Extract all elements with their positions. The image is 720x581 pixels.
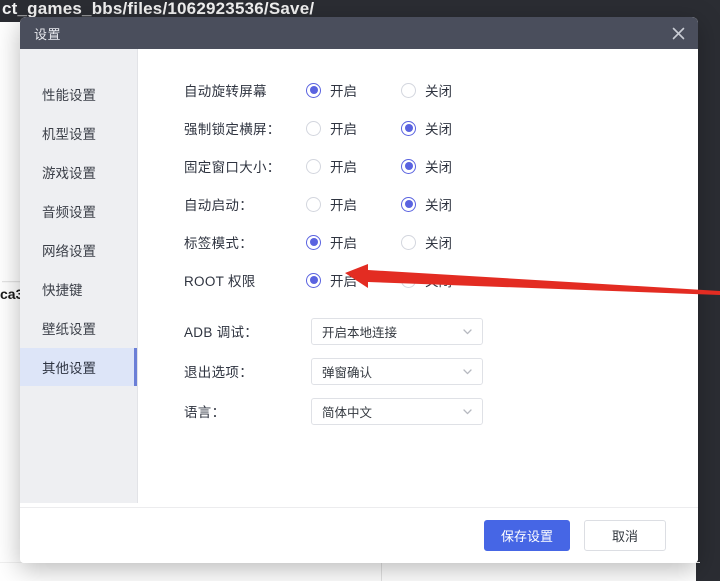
setting-row-autostart: 自动启动： 开启 关闭 [184,185,698,223]
radio-dot-selected-icon [306,272,321,288]
radio-dot-selected-icon [401,120,416,136]
radio-label: 关闭 [425,160,452,175]
radio-dot-selected-icon [306,82,321,98]
radio-fixed-window-size-off[interactable]: 关闭 [401,156,452,176]
radio-group-tab-mode: 开启 关闭 [306,232,452,252]
setting-label: ADB 调试： [184,325,259,340]
chevron-down-icon [461,405,474,418]
radio-label: 开启 [330,160,357,175]
language-select[interactable]: 简体中文 [311,397,483,425]
radio-group-root-permission: 开启 关闭 [306,270,452,290]
settings-dialog: 设置 性能设置 机型设置 游戏设置 音频设置 网络设置 快捷键 壁纸设置 其他设… [20,17,698,563]
radio-tab-mode-off[interactable]: 关闭 [401,232,452,252]
radio-force-landscape-off[interactable]: 关闭 [401,118,452,138]
radio-tab-mode-on[interactable]: 开启 [306,232,357,252]
settings-sidebar: 性能设置 机型设置 游戏设置 音频设置 网络设置 快捷键 壁纸设置 其他设置 [20,49,138,503]
dialog-titlebar: 设置 [20,17,698,49]
chevron-down-icon [461,325,474,338]
radio-dot-unselected-icon [306,158,321,174]
close-icon [671,26,686,41]
setting-row-language: 语言： 简体中文 [184,391,698,431]
save-settings-button[interactable]: 保存设置 [483,520,570,551]
dialog-body: 性能设置 机型设置 游戏设置 音频设置 网络设置 快捷键 壁纸设置 其他设置 自… [20,49,698,507]
radio-label: 开启 [330,122,357,137]
cancel-button[interactable]: 取消 [584,520,666,551]
select-value: 弹窗确认 [322,365,373,380]
radio-dot-unselected-icon [306,196,321,212]
radio-auto-rotate-on[interactable]: 开启 [306,80,357,100]
radio-dot-selected-icon [306,234,321,250]
radio-label: 开启 [330,198,357,213]
sidebar-item-shortcuts[interactable]: 快捷键 [20,270,137,308]
setting-label: 自动旋转屏幕 [184,84,267,99]
background-right-panel [696,0,720,581]
sidebar-item-label: 快捷键 [42,283,83,298]
setting-label: 固定窗口大小： [184,160,281,175]
setting-label: 自动启动： [184,198,253,213]
radio-label: 关闭 [425,198,452,213]
sidebar-item-game[interactable]: 游戏设置 [20,153,137,191]
sidebar-item-label: 其他设置 [42,361,96,376]
radio-root-permission-off[interactable]: 关闭 [401,270,452,290]
sidebar-item-other[interactable]: 其他设置 [20,348,137,386]
radio-dot-selected-icon [401,158,416,174]
radio-dot-unselected-icon [401,82,416,98]
radio-dot-unselected-icon [401,234,416,250]
dialog-title: 设置 [34,26,62,42]
radio-label: 关闭 [425,274,452,289]
setting-label: 语言： [184,405,226,420]
setting-row-auto-rotate: 自动旋转屏幕 开启 关闭 [184,71,698,109]
radio-label: 开启 [330,236,357,251]
setting-row-adb-debug: ADB 调试： 开启本地连接 [184,311,698,351]
radio-label: 开启 [330,84,357,99]
sidebar-item-label: 机型设置 [42,127,96,142]
radio-label: 关闭 [425,122,452,137]
radio-autostart-on[interactable]: 开启 [306,194,357,214]
setting-label: 强制锁定横屏： [184,122,281,137]
radio-autostart-off[interactable]: 关闭 [401,194,452,214]
dialog-footer: 保存设置 取消 [20,507,698,563]
adb-debug-select[interactable]: 开启本地连接 [311,317,483,345]
radio-auto-rotate-off[interactable]: 关闭 [401,80,452,100]
sidebar-item-label: 游戏设置 [42,166,96,181]
radio-group-fixed-window-size: 开启 关闭 [306,156,452,176]
chevron-down-icon [461,365,474,378]
select-value: 开启本地连接 [322,325,398,340]
settings-content: 自动旋转屏幕 开启 关闭 强制锁定横屏： 开启 关闭 固定窗口大小： 开启 关闭… [138,49,698,507]
select-value: 简体中文 [322,405,373,420]
sidebar-item-performance[interactable]: 性能设置 [20,75,137,113]
radio-group-force-landscape: 开启 关闭 [306,118,452,138]
radio-dot-selected-icon [401,196,416,212]
sidebar-item-label: 音频设置 [42,205,96,220]
radio-force-landscape-on[interactable]: 开启 [306,118,357,138]
setting-label: 退出选项： [184,365,253,380]
radio-root-permission-on[interactable]: 开启 [306,270,357,290]
sidebar-item-label: 壁纸设置 [42,322,96,337]
setting-row-tab-mode: 标签模式： 开启 关闭 [184,223,698,261]
setting-row-exit-option: 退出选项： 弹窗确认 [184,351,698,391]
sidebar-item-device-model[interactable]: 机型设置 [20,114,137,152]
sidebar-item-wallpaper[interactable]: 壁纸设置 [20,309,137,347]
background-vertical-rule [381,560,382,581]
radio-fixed-window-size-on[interactable]: 开启 [306,156,357,176]
sidebar-item-network[interactable]: 网络设置 [20,231,137,269]
sidebar-item-label: 网络设置 [42,244,96,259]
sidebar-item-label: 性能设置 [42,88,96,103]
radio-label: 开启 [330,274,357,289]
setting-label: ROOT 权限 [184,274,256,289]
exit-option-select[interactable]: 弹窗确认 [311,357,483,385]
setting-row-fixed-window-size: 固定窗口大小： 开启 关闭 [184,147,698,185]
setting-row-force-landscape: 强制锁定横屏： 开启 关闭 [184,109,698,147]
radio-dot-unselected-icon [401,272,416,288]
radio-group-auto-rotate: 开启 关闭 [306,80,452,100]
radio-label: 关闭 [425,84,452,99]
setting-row-root-permission: ROOT 权限 开启 关闭 [184,261,698,299]
radio-label: 关闭 [425,236,452,251]
radio-group-autostart: 开启 关闭 [306,194,452,214]
background-left-faint-text: —— [2,276,20,286]
setting-label: 标签模式： [184,236,253,251]
sidebar-item-audio[interactable]: 音频设置 [20,192,137,230]
radio-dot-unselected-icon [306,120,321,136]
close-button[interactable] [658,17,698,49]
